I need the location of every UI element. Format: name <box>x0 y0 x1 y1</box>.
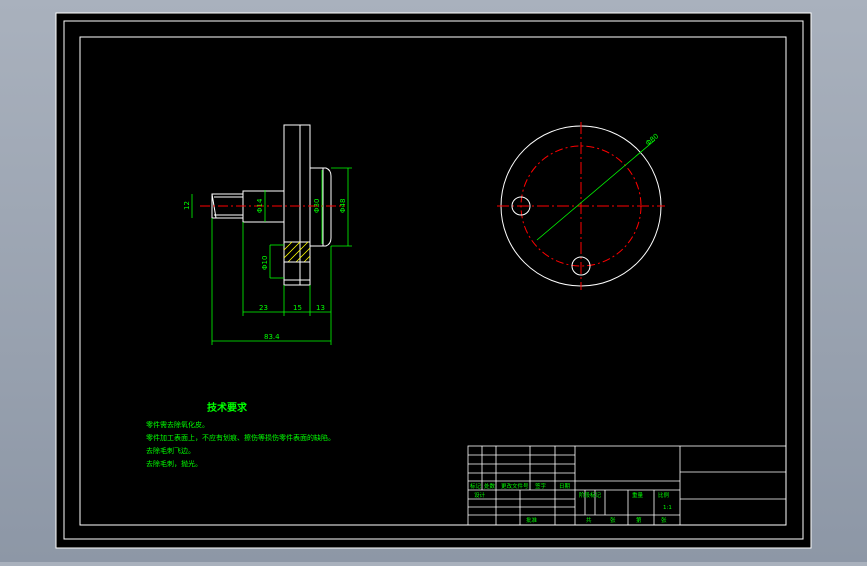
dim-flange-dia: Φ48 <box>339 199 347 213</box>
dim-len-a: 23 <box>259 304 268 312</box>
notes-title: 技术要求 <box>207 401 248 414</box>
tb-stage-mark: 阶段标记 <box>579 491 602 499</box>
dim-len-b: 15 <box>293 304 302 312</box>
tb-no: 第 <box>636 516 642 524</box>
tb-weight: 重量 <box>632 491 644 499</box>
tb-change-doc: 更改文件号 <box>501 482 529 490</box>
tb-count: 处数 <box>484 482 496 490</box>
dim-total-len: 83.4 <box>264 333 280 341</box>
dim-bore-dia: Φ30 <box>313 199 321 213</box>
notes-line-2: 零件加工表面上，不应有划痕、擦伤等损伤零件表面的缺陷。 <box>146 433 335 442</box>
dim-left-shaft: 12 <box>183 201 191 210</box>
notes-line-4: 去除毛刺，抛光。 <box>146 459 202 468</box>
tb-sheet: 张 <box>610 516 616 524</box>
notes-line-3: 去除毛刺飞边。 <box>146 446 195 455</box>
dim-shaft-dia: Φ14 <box>256 198 264 213</box>
tb-mark: 标记 <box>470 482 482 490</box>
tb-approve: 批准 <box>526 516 538 524</box>
tb-scale: 比例 <box>658 491 670 499</box>
tb-sheet2: 张 <box>661 516 667 524</box>
tb-scale-value: 1:1 <box>663 505 672 511</box>
tb-sign: 签字 <box>535 482 547 490</box>
notes-line-1: 零件需去除氧化皮。 <box>146 420 209 429</box>
dim-len-c: 13 <box>316 304 325 312</box>
tb-total: 共 <box>586 516 592 524</box>
cad-viewport: 12 Φ14 Φ30 Φ48 Φ10 23 15 13 83.4 Φ80 技术要… <box>0 0 867 562</box>
dim-hole-dia: Φ10 <box>261 256 269 270</box>
tb-design: 设计 <box>474 491 486 499</box>
tb-date: 日期 <box>559 483 571 490</box>
